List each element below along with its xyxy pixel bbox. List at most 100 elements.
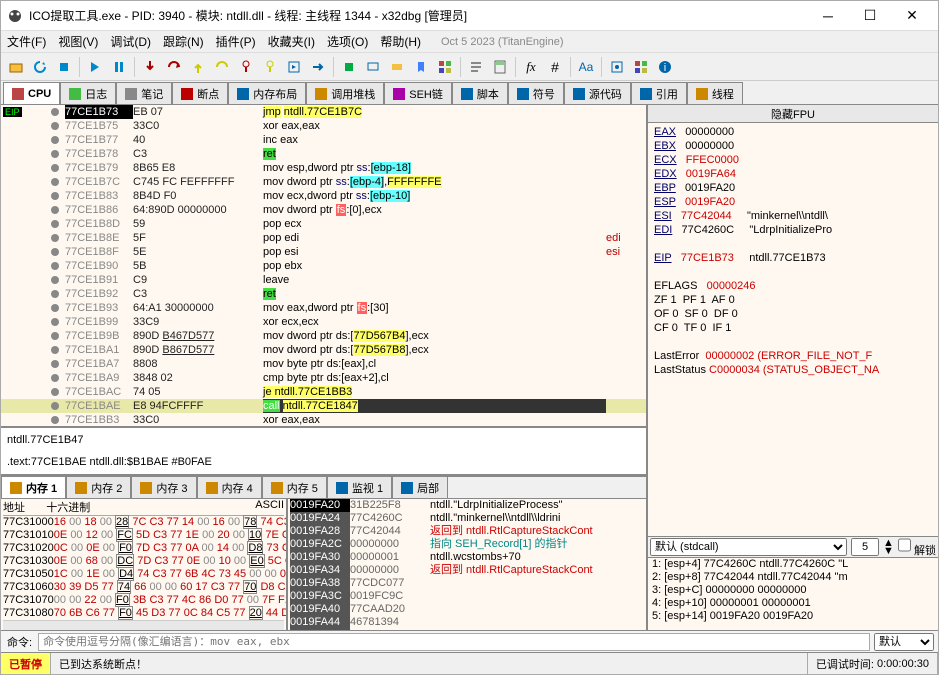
fx-icon[interactable]: fx xyxy=(520,56,542,78)
tab-bp[interactable]: 断点 xyxy=(172,82,228,104)
menu-favorites[interactable]: 收藏夹(I) xyxy=(268,33,315,50)
disasm-row[interactable]: 77CE1B9933C9xor ecx,ecx xyxy=(1,315,646,329)
call-conv-select[interactable]: 默认 (stdcall) xyxy=(650,538,847,556)
disasm-row[interactable]: 77CE1B7CC745 FC FEFFFFFFmov dword ptr ss… xyxy=(1,175,646,189)
tab-mem[interactable]: 内存布局 xyxy=(228,82,306,104)
run-icon[interactable] xyxy=(84,56,106,78)
hex-row[interactable]: 77C310100E 00 12 00 FC 5D C3 77 1E 00 20… xyxy=(3,529,284,542)
tab-log[interactable]: 日志 xyxy=(60,82,116,104)
step-over-icon[interactable] xyxy=(163,56,185,78)
arg-row[interactable]: 5: [esp+14] 0019FA20 0019FA20 xyxy=(652,610,934,623)
disasm-row[interactable]: 77CE1BA78808mov byte ptr ds:[eax],cl xyxy=(1,357,646,371)
dump-tab-1[interactable]: 内存 2 xyxy=(66,477,131,498)
refresh-icon[interactable] xyxy=(29,56,51,78)
dump-tab-0[interactable]: 内存 1 xyxy=(1,477,66,498)
disasm-row[interactable]: 77CE1B92C3ret xyxy=(1,287,646,301)
labels-icon[interactable] xyxy=(386,56,408,78)
stack-row[interactable]: 0019FA24 77C4260C xyxy=(288,512,428,525)
reg-spacer[interactable] xyxy=(654,237,932,251)
hex-row[interactable]: 77C3106030 39 D5 77 74 66 00 00 60 17 C3… xyxy=(3,581,284,594)
hash-icon[interactable]: # xyxy=(544,56,566,78)
find-strings-icon[interactable] xyxy=(465,56,487,78)
command-input[interactable] xyxy=(38,633,870,651)
disasm-row[interactable]: 77CE1B7533C0xor eax,eax xyxy=(1,119,646,133)
disasm-row[interactable]: 77CE1B9B890D B467D577mov dword ptr ds:[7… xyxy=(1,329,646,343)
dump-tab-4[interactable]: 内存 5 xyxy=(262,477,327,498)
trace-over-icon[interactable] xyxy=(259,56,281,78)
disasm-row[interactable]: 77CE1BA93848 02cmp byte ptr ds:[eax+2],c… xyxy=(1,371,646,385)
arg-row[interactable]: 2: [esp+8] 77C42044 ntdll.77C42044 "m xyxy=(652,571,934,584)
reg-ECX[interactable]: ECX FFEC0000 xyxy=(654,153,932,167)
disasm-row[interactable]: 77CE1B8E5Fpop ediedi xyxy=(1,231,646,245)
minimize-button[interactable]: ─ xyxy=(808,2,848,30)
tab-ref[interactable]: 引用 xyxy=(631,82,687,104)
stack-row[interactable]: 0019FA3C 0019FC9C xyxy=(288,590,428,603)
run-to-user-icon[interactable] xyxy=(283,56,305,78)
menu-plugins[interactable]: 插件(P) xyxy=(216,33,256,50)
hex-row[interactable]: 77C3100016 00 18 00 28 7C C3 77 14 00 16… xyxy=(3,516,284,529)
run-to-cursor-icon[interactable] xyxy=(307,56,329,78)
stack-row[interactable]: 0019FA20 31B225F8 xyxy=(288,499,428,512)
cmd-preset-select[interactable]: 默认 xyxy=(874,633,934,651)
dump-tab-6[interactable]: 局部 xyxy=(392,477,448,498)
disasm-row[interactable]: 77CE1B78C3ret xyxy=(1,147,646,161)
functions-icon[interactable] xyxy=(434,56,456,78)
tab-script[interactable]: 脚本 xyxy=(452,82,508,104)
menu-trace[interactable]: 跟踪(N) xyxy=(163,33,204,50)
dump-tab-2[interactable]: 内存 3 xyxy=(131,477,196,498)
dump-tab-5[interactable]: 监视 1 xyxy=(327,477,392,498)
reg-ESI[interactable]: ESI 77C42044 "minkernel\\ntdll\ xyxy=(654,209,932,223)
menu-file[interactable]: 文件(F) xyxy=(7,33,46,50)
disasm-row[interactable]: 77CE1BA1890D B867D577mov dword ptr ds:[7… xyxy=(1,343,646,357)
arg-row[interactable]: 1: [esp+4] 77C4260C ntdll.77C4260C "L xyxy=(652,558,934,571)
disasm-row[interactable]: 77CE1BAC74 05je ntdll.77CE1BB3 xyxy=(1,385,646,399)
tab-seh[interactable]: SEH链 xyxy=(384,82,452,104)
disasm-row[interactable]: 77CE1B798B65 E8mov esp,dword ptr ss:[ebp… xyxy=(1,161,646,175)
bookmarks-icon[interactable] xyxy=(410,56,432,78)
menu-debug[interactable]: 调试(D) xyxy=(110,33,151,50)
stack-row[interactable]: 0019FA44 46781394 xyxy=(288,616,428,629)
reg-EBP[interactable]: EBP 0019FA20 xyxy=(654,181,932,195)
disasm-row[interactable]: 77CE1BB333C0xor eax,eax xyxy=(1,413,646,427)
reg-EAX[interactable]: EAX 00000000 xyxy=(654,125,932,139)
menu-view[interactable]: 视图(V) xyxy=(58,33,98,50)
open-icon[interactable] xyxy=(5,56,27,78)
stack-row[interactable]: 0019FA38 77CDC077 xyxy=(288,577,428,590)
trace-into-icon[interactable] xyxy=(235,56,257,78)
tab-stack[interactable]: 调用堆栈 xyxy=(306,82,384,104)
spin-down[interactable]: ▼ xyxy=(883,547,894,555)
comments-icon[interactable] xyxy=(362,56,384,78)
stack-row[interactable]: 0019FA40 77CAAD20 xyxy=(288,603,428,616)
stack-row[interactable]: 0019FA28 77C42044 xyxy=(288,525,428,538)
disasm-row[interactable]: 77CE1B8664:890D 00000000mov dword ptr fs… xyxy=(1,203,646,217)
patches-icon[interactable] xyxy=(338,56,360,78)
tab-notes[interactable]: 笔记 xyxy=(116,82,172,104)
calculator-icon[interactable] xyxy=(489,56,511,78)
reg-EDX[interactable]: EDX 0019FA64 xyxy=(654,167,932,181)
stack-row[interactable]: 0019FA34 00000000 xyxy=(288,564,428,577)
hex-row[interactable]: 77C310200C 00 0E 00 F0 7D C3 77 0A 00 14… xyxy=(3,542,284,555)
hex-row[interactable]: 77C3107000 00 22 00 F0 3B C3 77 4C 86 D0… xyxy=(3,594,284,607)
reg-EIP[interactable]: EIP 77CE1B73 ntdll.77CE1B73 xyxy=(654,251,932,265)
stack-row[interactable]: 0019FA2C 00000000 xyxy=(288,538,428,551)
menu-help[interactable]: 帮助(H) xyxy=(380,33,421,50)
disasm-row[interactable]: 77CE1B905Bpop ebx xyxy=(1,259,646,273)
step-into-icon[interactable] xyxy=(139,56,161,78)
disasm-row[interactable]: 77CE1B8F5Epop esiesi xyxy=(1,245,646,259)
stack-row[interactable]: 0019FA30 00000001 xyxy=(288,551,428,564)
step-over2-icon[interactable] xyxy=(211,56,233,78)
close-button[interactable]: ✕ xyxy=(892,2,932,30)
hex-scrollbar[interactable] xyxy=(3,620,284,630)
hide-fpu-button[interactable]: 隐藏FPU xyxy=(648,105,938,123)
maximize-button[interactable]: ☐ xyxy=(850,2,890,30)
reg-EBX[interactable]: EBX 00000000 xyxy=(654,139,932,153)
disasm-row[interactable]: 77CE1B9364:A1 30000000mov eax,dword ptr … xyxy=(1,301,646,315)
arg-row[interactable]: 3: [esp+C] 00000000 00000000 xyxy=(652,584,934,597)
stack-pane[interactable]: 0019FA20 31B225F80019FA24 77C4260C0019FA… xyxy=(288,499,428,630)
disassembly-pane[interactable]: EIP 77CE1B73EB 07jmp ntdll.77CE1B7C77CE1… xyxy=(1,105,646,428)
disasm-row[interactable]: 77CE1BB5C3ret xyxy=(1,427,646,428)
stop-icon[interactable] xyxy=(53,56,75,78)
step-out-icon[interactable] xyxy=(187,56,209,78)
disasm-row[interactable]: 77CE1B91C9leave xyxy=(1,273,646,287)
disasm-row[interactable]: 77CE1B838B4D F0mov ecx,dword ptr ss:[ebp… xyxy=(1,189,646,203)
